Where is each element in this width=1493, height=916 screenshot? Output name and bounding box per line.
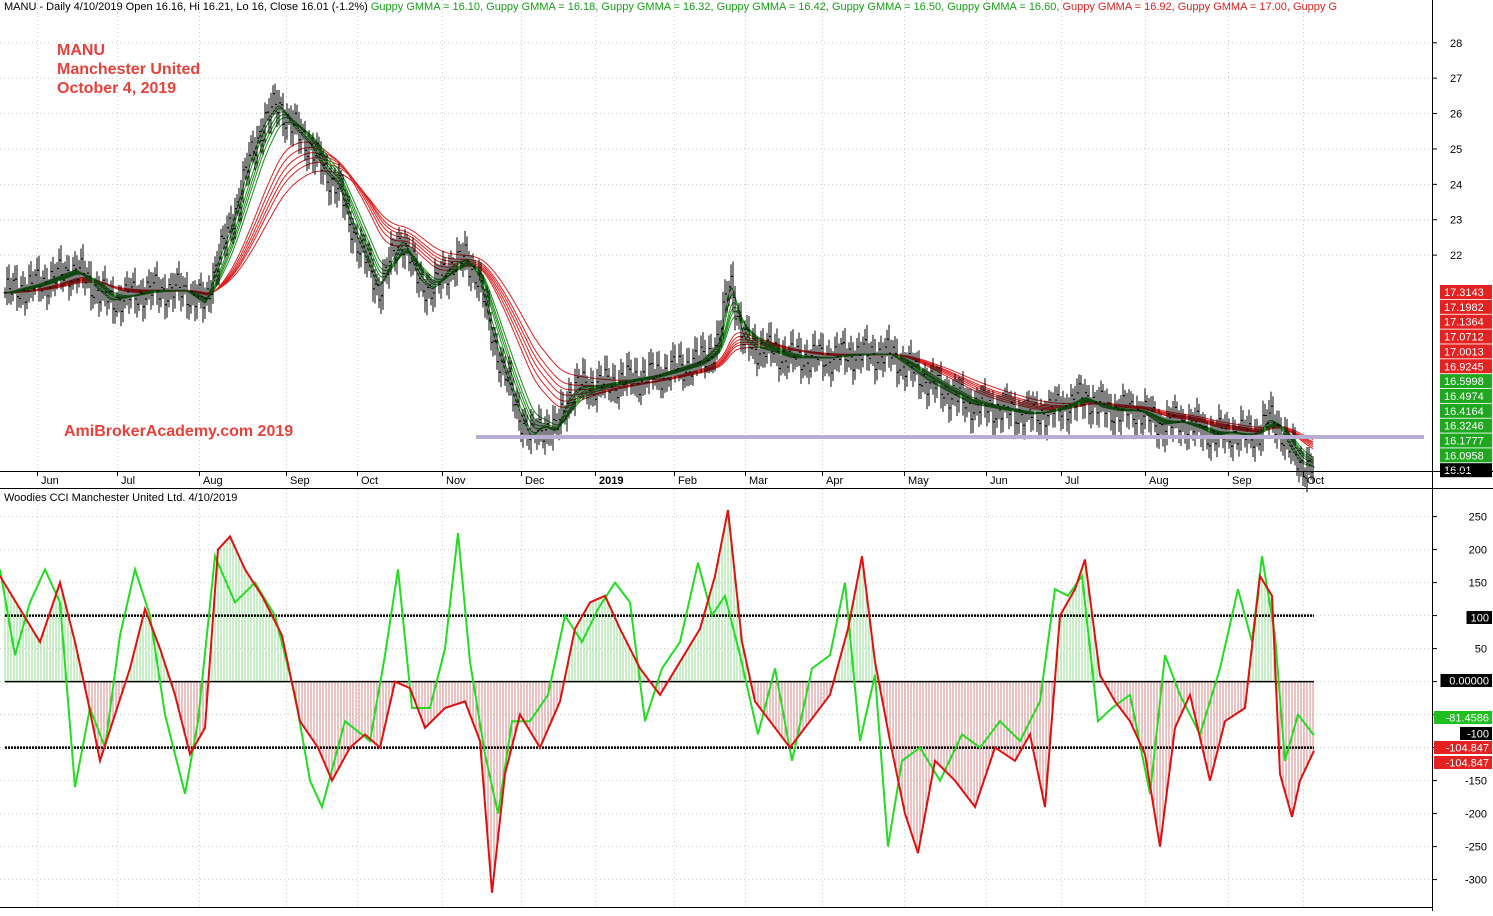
cci-badge-label: -104.847: [1446, 758, 1489, 770]
price-badge-label: 17.0712: [1444, 332, 1484, 344]
price-badge-label: 17.0013: [1444, 346, 1484, 358]
date-annotation: October 4, 2019: [57, 80, 177, 97]
gmma-label-5: Guppy GMMA = 16.50,: [831, 1, 945, 13]
price-axis-label: 26: [1450, 109, 1462, 121]
gmma-label-9: Guppy G: [1293, 1, 1338, 13]
price-badge-label: 17.3143: [1444, 287, 1484, 299]
month-label: Sep: [290, 475, 310, 487]
gmma-label-2: Guppy GMMA = 16.18,: [486, 1, 599, 13]
price-badge-label: 16.0958: [1444, 450, 1484, 462]
month-label: Feb: [678, 475, 697, 487]
cci-axis-label: -150: [1465, 776, 1487, 788]
cci-axis-label: 150: [1469, 578, 1487, 590]
gmma-label-1: Guppy GMMA = 16.10,: [370, 1, 484, 13]
price-badge-label: 17.1364: [1444, 317, 1484, 329]
price-axis-label: 23: [1450, 215, 1462, 227]
cci-axis-label: 50: [1475, 644, 1487, 656]
price-axis-label: 22: [1450, 250, 1462, 262]
cci-axis-label: -300: [1465, 875, 1487, 887]
cci-axis-label: 250: [1469, 512, 1487, 524]
month-label: Apr: [826, 475, 843, 487]
cci-axis-label: -200: [1465, 809, 1487, 821]
month-label: Aug: [203, 475, 223, 487]
lower-pane: -300-250-200-150-100-5005010015020025010…: [0, 489, 1492, 907]
ticker-info: MANU - Daily 4/10/2019 Open 16.16, Hi 16…: [4, 1, 368, 13]
price-badge-label: 17.1982: [1444, 302, 1484, 314]
cci-axis-label: -250: [1465, 842, 1487, 854]
month-label: Jul: [1065, 475, 1079, 487]
chart-header: MANU - Daily 4/10/2019 Open 16.16, Hi 16…: [4, 1, 1430, 13]
price-axis-label: 28: [1450, 38, 1462, 50]
price-badge-label: 16.3246: [1444, 421, 1484, 433]
price-badge-label: 16.9245: [1444, 361, 1484, 373]
price-axis-label: 25: [1450, 144, 1462, 156]
month-label: May: [908, 475, 929, 487]
price-axis-label: 24: [1450, 179, 1462, 191]
gmma-label-7: Guppy GMMA = 16.92,: [1062, 1, 1175, 13]
price-badge-label: 16.4164: [1444, 406, 1484, 418]
price-badge-label: 16.4974: [1444, 391, 1484, 403]
watermark: AmiBrokerAcademy.com 2019: [64, 423, 294, 440]
gmma-label-6: Guppy GMMA = 16.60,: [947, 1, 1060, 13]
month-label: Jun: [41, 475, 59, 487]
month-label: 2019: [599, 475, 623, 487]
company-annotation: Manchester United: [57, 61, 201, 78]
cci-badge-label: -104.847: [1446, 743, 1489, 755]
cci-badge-label: -100: [1467, 729, 1489, 741]
month-label: Nov: [446, 475, 466, 487]
ticker-annotation: MANU: [57, 42, 105, 59]
cci-badge-label: 0.00000: [1449, 676, 1489, 688]
price-badge-label: 16.5998: [1444, 376, 1484, 388]
chart-canvas: Jun Jul Aug Sep Oct Nov Dec 2019 Feb Mar Apr May Jun…: [0, 0, 1493, 911]
month-label: Sep: [1232, 475, 1252, 487]
gmma-label-4: Guppy GMMA = 16.42,: [716, 1, 829, 13]
month-label: Aug: [1149, 475, 1169, 487]
cci-badge-label: 100: [1471, 613, 1489, 625]
gmma-label-3: Guppy GMMA = 16.32,: [601, 1, 714, 13]
upper-pane: Jun Jul Aug Sep Oct Nov Dec 2019 Feb Mar Apr May Jun…: [0, 0, 1492, 493]
chart-window: Jun Jul Aug Sep Oct Nov Dec 2019 Feb Mar Apr May Jun…: [0, 0, 1493, 911]
month-label: Mar: [749, 475, 768, 487]
cci-pane-title: Woodies CCI Manchester United Ltd. 4/10/…: [4, 492, 238, 504]
price-axis-label: 27: [1450, 73, 1462, 85]
month-label: Jul: [121, 475, 135, 487]
price-badge-label: 16.1777: [1444, 436, 1484, 448]
month-label: Oct: [1307, 475, 1324, 487]
cci-badge-label: -81.4586: [1446, 713, 1489, 725]
month-label: Dec: [525, 475, 545, 487]
month-label: Oct: [361, 475, 378, 487]
month-label: Jun: [990, 475, 1008, 487]
gmma-label-8: Guppy GMMA = 17.00,: [1177, 1, 1290, 13]
cci-axis-label: 200: [1469, 545, 1487, 557]
